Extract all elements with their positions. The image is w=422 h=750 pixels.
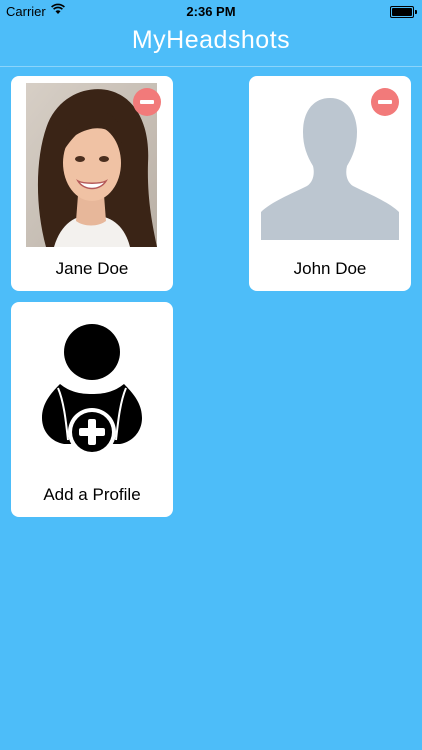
status-time: 2:36 PM [186,4,236,19]
battery-icon [390,6,417,18]
person-silhouette-icon [261,98,399,240]
profile-card-jane-doe[interactable]: Jane Doe [11,76,173,291]
minus-icon [140,100,154,104]
status-bar: Carrier 2:36 PM [0,0,422,22]
remove-profile-button[interactable] [133,88,161,116]
navigation-bar: MyHeadshots [0,22,422,67]
app-title: MyHeadshots [131,26,291,54]
add-profile-label: Add a Profile [43,485,141,504]
profile-name: Jane Doe [55,259,129,278]
minus-icon [378,100,392,104]
profile-card-john-doe[interactable]: John Doe [249,76,411,291]
add-profile-card[interactable]: Add a Profile [11,302,173,517]
profile-name: John Doe [293,259,367,278]
add-user-icon [42,324,142,456]
remove-profile-button[interactable] [371,88,399,116]
